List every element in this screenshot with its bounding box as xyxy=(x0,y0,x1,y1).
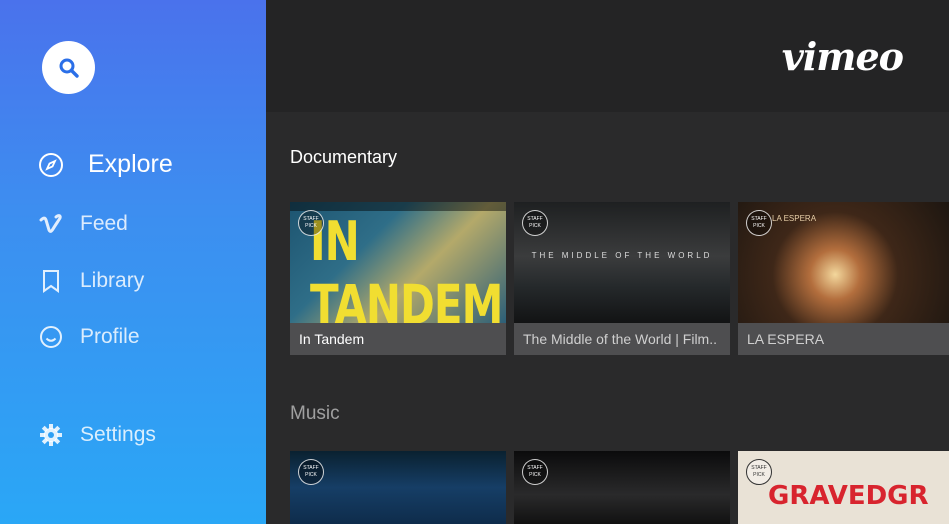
nav-item-label: Settings xyxy=(80,423,156,446)
nav-item-label: Explore xyxy=(88,150,173,178)
nav-item-explore[interactable]: Explore xyxy=(38,150,173,179)
video-thumbnail: GRAVEDGR STAFF PICK xyxy=(738,451,949,524)
staff-pick-badge: STAFF PICK xyxy=(298,210,324,236)
video-thumbnail: IN TANDEM STAFF PICK xyxy=(290,202,506,323)
vimeo-logo: vimeo xyxy=(781,34,904,79)
staff-pick-badge: STAFF PICK xyxy=(522,459,548,485)
video-title: The Middle of the World | Film.. xyxy=(514,323,730,355)
nav-item-profile[interactable]: Profile xyxy=(38,324,140,350)
bookmark-icon xyxy=(38,268,64,294)
thumbnail-title-text: THE MIDDLE OF THE WORLD xyxy=(531,251,713,260)
video-card[interactable]: GRAVEDGR STAFF PICK xyxy=(738,451,949,524)
smiley-icon xyxy=(38,324,64,350)
thumbnail-title-text: LA ESPERA xyxy=(772,214,817,223)
video-card[interactable]: STAFF PICK xyxy=(290,451,506,524)
vimeo-v-icon xyxy=(38,211,64,237)
thumbnail-title-text: IN TANDEM xyxy=(310,209,503,323)
video-card[interactable]: STAFF PICK xyxy=(514,451,730,524)
section-title-documentary: Documentary xyxy=(290,147,398,167)
staff-pick-badge: STAFF PICK xyxy=(746,459,772,485)
staff-pick-badge: STAFF PICK xyxy=(298,459,324,485)
video-thumbnail: STAFF PICK xyxy=(514,451,730,524)
nav-item-settings[interactable]: Settings xyxy=(38,422,156,448)
video-card[interactable]: IN TANDEM STAFF PICK In Tandem xyxy=(290,202,506,355)
search-button[interactable] xyxy=(42,41,95,94)
search-icon xyxy=(59,58,79,78)
sidebar: Explore Feed Library Profile Settings xyxy=(0,0,266,524)
video-thumbnail: LA ESPERA STAFF PICK xyxy=(738,202,949,323)
video-title: LA ESPERA xyxy=(738,323,949,355)
nav-item-label: Feed xyxy=(80,212,128,235)
compass-icon xyxy=(38,152,64,178)
video-title: In Tandem xyxy=(290,323,506,355)
video-card[interactable]: THE MIDDLE OF THE WORLD STAFF PICK The M… xyxy=(514,202,730,355)
nav-item-feed[interactable]: Feed xyxy=(38,211,128,237)
video-card[interactable]: LA ESPERA STAFF PICK LA ESPERA xyxy=(738,202,949,355)
staff-pick-badge: STAFF PICK xyxy=(522,210,548,236)
header-bar: vimeo xyxy=(266,0,949,112)
gear-icon xyxy=(38,422,64,448)
video-thumbnail: THE MIDDLE OF THE WORLD STAFF PICK xyxy=(514,202,730,323)
section-title-music: Music xyxy=(290,403,340,424)
staff-pick-badge: STAFF PICK xyxy=(746,210,772,236)
thumbnail-title-text: GRAVEDGR xyxy=(768,481,929,511)
nav-item-label: Profile xyxy=(80,325,140,348)
video-thumbnail: STAFF PICK xyxy=(290,451,506,524)
nav-item-label: Library xyxy=(80,269,145,292)
nav-item-library[interactable]: Library xyxy=(38,268,144,294)
